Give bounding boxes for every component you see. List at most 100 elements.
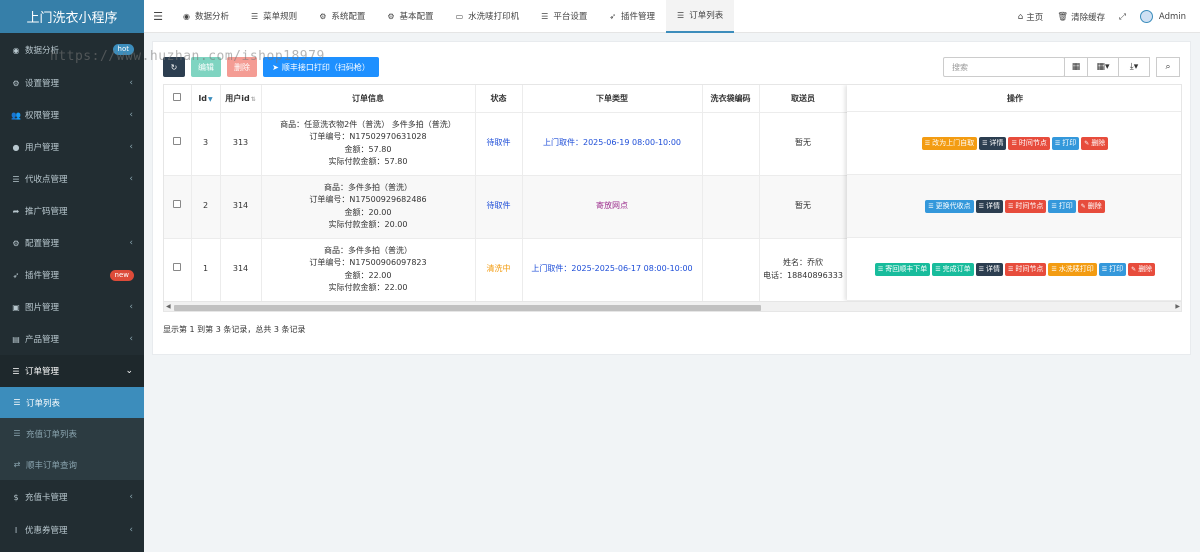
columns-dropdown[interactable]: ▦▾ bbox=[1087, 57, 1119, 77]
ops-row: ☰ 寄回顺丰下单 ☰ 完成订单 ☰ 详情 ☰ 时间节点 ☰ 水洗唛打印 ☰ 打印 ✎ 删除 bbox=[847, 238, 1181, 301]
horizontal-scrollbar[interactable]: ◀ ▶ bbox=[164, 301, 1181, 311]
cell-order-info: 商品：任意洗衣物2件（普洗） 多件多拍（普洗） 订单编号：N1750297063… bbox=[261, 112, 476, 176]
sidebar-item-users[interactable]: ● 用户管理 ‹ bbox=[0, 131, 144, 163]
tab-plugins[interactable]: ➶ 插件管理 bbox=[598, 0, 666, 33]
sidebar-item-label: 订单管理 bbox=[25, 367, 60, 377]
tab-order-list[interactable]: ☰ 订单列表 bbox=[666, 0, 735, 33]
user-menu[interactable]: Admin bbox=[1133, 10, 1200, 23]
list-icon: ☰ bbox=[1007, 265, 1014, 273]
details-button[interactable]: ☰ 详情 bbox=[975, 262, 1003, 276]
row-checkbox[interactable] bbox=[173, 200, 182, 209]
cogs-icon: ⚙ bbox=[387, 11, 395, 21]
order-info-goods: 商品：多件多拍（普洗） bbox=[324, 182, 412, 192]
sidebar-item-images[interactable]: ▣ 图片管理 ‹ bbox=[0, 291, 144, 323]
sidebar-item-config[interactable]: ⚙ 配置管理 ‹ bbox=[0, 227, 144, 259]
column-header-id[interactable]: Id▼ bbox=[191, 85, 221, 113]
sidebar-item-orders[interactable]: ☰ 订单管理 ⌄ bbox=[0, 355, 144, 387]
column-header-bag-code: 洗衣袋编码 bbox=[702, 85, 760, 113]
gear-icon: ⚙ bbox=[319, 11, 327, 21]
avatar bbox=[1139, 10, 1153, 23]
list-icon: ☰ bbox=[12, 366, 20, 376]
sidebar-item-label: 代收点管理 bbox=[25, 175, 68, 185]
search-input[interactable]: 搜索 bbox=[943, 57, 1065, 77]
column-header-user-id[interactable]: 用户id⇅ bbox=[220, 85, 262, 113]
sidebar-item-recharge-orders[interactable]: ☰ 充值订单列表 bbox=[0, 418, 144, 449]
tab-menu-rules[interactable]: ☰ 菜单规则 bbox=[240, 0, 308, 33]
sidebar-item-recharge-cards[interactable]: $ 充值卡管理 ‹ bbox=[0, 480, 144, 514]
order-info-paid: 实际付款金额：20.00 bbox=[328, 220, 408, 229]
scrollbar-thumb[interactable] bbox=[174, 305, 761, 311]
sidebar-item-plugins[interactable]: ➶ 插件管理 new bbox=[0, 259, 144, 291]
chevron-left-icon: ‹ bbox=[129, 302, 133, 312]
print-button[interactable]: ☰ 打印 bbox=[1051, 136, 1080, 150]
sf-return-order-button[interactable]: ☰ 寄回顺丰下单 bbox=[874, 262, 931, 276]
delete-row-button[interactable]: ✎ 删除 bbox=[1077, 199, 1105, 213]
row-checkbox[interactable] bbox=[173, 137, 182, 146]
sidebar-item-promo-codes[interactable]: ➦ 推广码管理 bbox=[0, 195, 144, 227]
complete-order-button[interactable]: ☰ 完成订单 bbox=[932, 262, 974, 276]
fixed-ops-column: 操作 ☰ 改为上门自取 ☰ 详情 ☰ 时间节点 ☰ 打印 ✎ 删除 ☰ 更换代收点 ☰ 详情 … bbox=[847, 85, 1181, 301]
column-header-status: 状态 bbox=[475, 85, 523, 113]
details-button[interactable]: ☰ 详情 bbox=[975, 199, 1003, 213]
export-dropdown[interactable]: ⤓▾ bbox=[1118, 57, 1150, 77]
chevron-left-icon: ‹ bbox=[129, 174, 133, 184]
sidebar-item-order-list[interactable]: ☰ 订单列表 bbox=[0, 387, 144, 418]
clear-cache-button[interactable]: 🗑 清除缓存 bbox=[1050, 11, 1112, 23]
chevron-left-icon: ‹ bbox=[129, 525, 133, 535]
sidebar-item-products[interactable]: ▤ 产品管理 ‹ bbox=[0, 323, 144, 355]
advanced-search-button[interactable]: ⌕ bbox=[1156, 57, 1180, 77]
new-badge: new bbox=[109, 270, 134, 281]
tab-system-config[interactable]: ⚙ 系统配置 bbox=[308, 0, 376, 33]
delete-row-button[interactable]: ✎ 删除 bbox=[1128, 262, 1156, 276]
chevron-left-icon: ‹ bbox=[129, 142, 133, 152]
tab-basic-config[interactable]: ⚙ 基本配置 bbox=[376, 0, 444, 33]
cogs-icon: ⚙ bbox=[12, 78, 20, 88]
list-icon: ☰ bbox=[978, 202, 984, 210]
sidebar-item-label: 产品管理 bbox=[25, 335, 60, 345]
time-nodes-button[interactable]: ☰ 时间节点 bbox=[1004, 262, 1047, 276]
sidebar-item-permissions[interactable]: 👥 权限管理 ‹ bbox=[0, 99, 144, 131]
watermark-text: https://www.huzhan.com/ishop18979 bbox=[50, 49, 325, 64]
chevron-down-icon: ⌄ bbox=[125, 366, 133, 376]
tab-dashboard[interactable]: ◉ 数据分析 bbox=[172, 0, 240, 33]
home-link[interactable]: ⌂ 主页 bbox=[1011, 11, 1050, 23]
wash-label-print-button[interactable]: ☰ 水洗唛打印 bbox=[1048, 262, 1097, 276]
list-icon: ☰ bbox=[13, 429, 21, 438]
tab-platform-settings[interactable]: ☰ 平台设置 bbox=[530, 0, 598, 33]
delete-row-button[interactable]: ✎ 删除 bbox=[1081, 136, 1109, 150]
cell-id: 2 bbox=[191, 175, 221, 239]
sidebar-item-label: 充值卡管理 bbox=[25, 493, 68, 503]
fullscreen-button[interactable]: ⤢ bbox=[1112, 12, 1133, 22]
select-all-checkbox[interactable] bbox=[173, 93, 182, 102]
switch-to-self-pickup-button[interactable]: ☰ 改为上门自取 bbox=[921, 136, 978, 150]
row-checkbox[interactable] bbox=[173, 263, 182, 272]
print-button[interactable]: ☰ 打印 bbox=[1048, 199, 1076, 213]
ops-row: ☰ 改为上门自取 ☰ 详情 ☰ 时间节点 ☰ 打印 ✎ 删除 bbox=[847, 112, 1181, 175]
app-logo[interactable]: 上门洗衣小程序 bbox=[0, 0, 144, 33]
time-nodes-button[interactable]: ☰ 时间节点 bbox=[1008, 136, 1050, 150]
time-nodes-button[interactable]: ☰ 时间节点 bbox=[1004, 199, 1047, 213]
print-icon: ▭ bbox=[455, 11, 464, 21]
cell-user-id: 314 bbox=[220, 175, 262, 239]
list-icon: ☰ bbox=[677, 10, 685, 20]
sidebar-item-sf-query[interactable]: ⇄ 顺丰订单查询 bbox=[0, 449, 144, 480]
list-icon: ☰ bbox=[12, 174, 20, 184]
details-button[interactable]: ☰ 详情 bbox=[979, 136, 1007, 150]
scroll-right-icon[interactable]: ▶ bbox=[1175, 303, 1180, 310]
list-icon: ☰ bbox=[1011, 139, 1017, 147]
change-pickup-point-button[interactable]: ☰ 更换代收点 bbox=[925, 199, 974, 213]
sidebar-item-label: 图片管理 bbox=[25, 303, 60, 313]
order-list-panel: ↻ 编辑 删除 ➤ 顺丰接口打印（扫码枪） 搜索 ▦ ▦▾ ⤓▾ ⌕ Id▼ 用户… bbox=[152, 41, 1191, 355]
sidebar-item-settings[interactable]: ⚙ 设置管理 ‹ bbox=[0, 67, 144, 99]
sidebar-item-coupons[interactable]: I 优惠券管理 ‹ bbox=[0, 514, 144, 546]
chevron-left-icon: ‹ bbox=[129, 110, 133, 120]
toggle-view-button[interactable]: ▦ bbox=[1064, 57, 1088, 77]
sidebar-item-pickup-points[interactable]: ☰ 代收点管理 ‹ bbox=[0, 163, 144, 195]
scroll-left-icon[interactable]: ◀ bbox=[166, 303, 171, 310]
print-button[interactable]: ☰ 打印 bbox=[1098, 262, 1127, 276]
menu-toggle-icon[interactable]: ☰ bbox=[144, 10, 172, 23]
tab-label-printer[interactable]: ▭ 水洗唛打印机 bbox=[445, 0, 531, 33]
list-icon: ☰ bbox=[877, 265, 884, 273]
dollar-icon: $ bbox=[13, 492, 19, 502]
column-header-order-type: 下单类型 bbox=[522, 85, 703, 113]
